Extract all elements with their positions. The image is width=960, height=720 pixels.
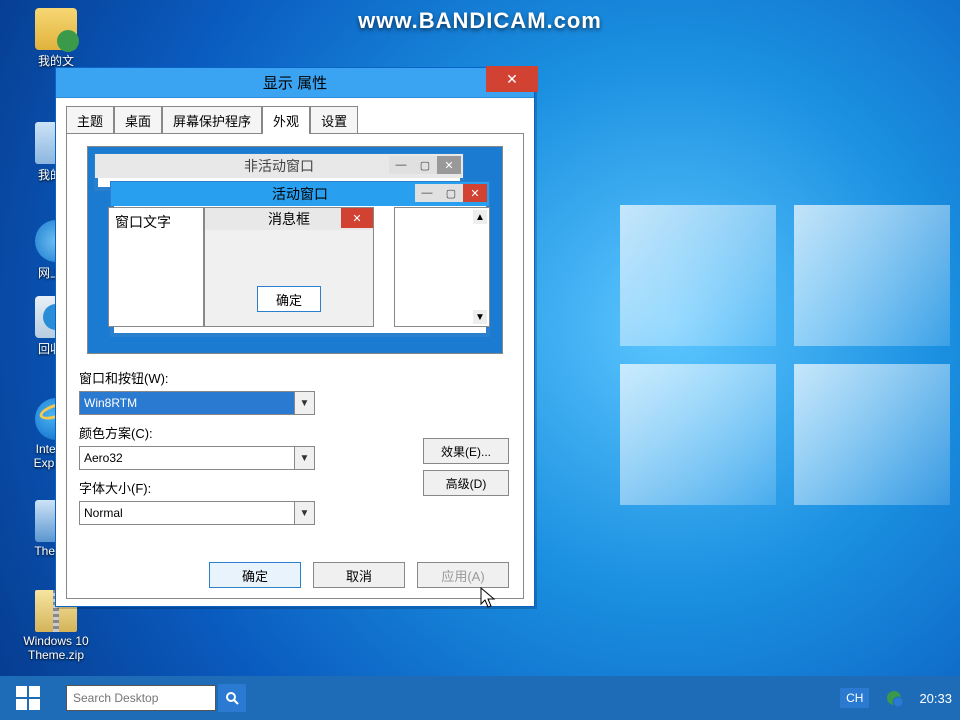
preview-scroll-pane: ▲ ▼: [394, 207, 490, 327]
ok-button[interactable]: 确定: [209, 562, 301, 588]
dialog-close-button[interactable]: ✕: [486, 66, 538, 92]
maximize-icon: ▢: [439, 184, 463, 202]
bandicam-watermark: www.BANDICAM.com: [0, 8, 960, 34]
tab-appearance[interactable]: 外观: [262, 106, 310, 134]
appearance-preview: 非活动窗口 — ▢ ✕ 活动窗口 — ▢: [87, 146, 503, 354]
close-icon: ✕: [463, 184, 487, 202]
tab-settings[interactable]: 设置: [310, 106, 358, 134]
folder-user-icon: [35, 8, 77, 50]
tab-screensaver[interactable]: 屏幕保护程序: [162, 106, 262, 134]
font-size-value: Normal: [84, 506, 123, 520]
taskbar: CH 20:33: [0, 676, 960, 720]
dialog-titlebar[interactable]: 显示 属性 ✕: [56, 68, 534, 98]
cancel-button[interactable]: 取消: [313, 562, 405, 588]
chevron-down-icon: ▼: [294, 392, 314, 414]
scroll-down-icon: ▼: [473, 310, 487, 324]
desktop-icon-my-documents[interactable]: 我的文: [18, 8, 94, 69]
tab-desktop[interactable]: 桌面: [114, 106, 162, 134]
windows-logo-icon: [16, 686, 40, 710]
color-scheme-value: Aero32: [84, 451, 123, 465]
maximize-icon: ▢: [413, 156, 437, 174]
wallpaper-windows-logo: [620, 205, 950, 505]
effects-button[interactable]: 效果(E)...: [423, 438, 509, 464]
scroll-up-icon: ▲: [473, 210, 487, 224]
color-scheme-combo[interactable]: Aero32 ▼: [79, 446, 315, 470]
minimize-icon: —: [389, 156, 413, 174]
preview-window-text-pane: 窗口文字: [108, 207, 204, 327]
desktop-icon-label: 我的文: [38, 54, 74, 68]
preview-message-box: 消息框 ✕ 确定: [204, 207, 374, 327]
close-icon: ✕: [341, 208, 373, 228]
minimize-icon: —: [415, 184, 439, 202]
tray-network-icon[interactable]: [885, 689, 903, 707]
search-icon: [225, 691, 239, 705]
close-icon: ✕: [506, 71, 518, 88]
display-properties-dialog: 显示 属性 ✕ 主题 桌面 屏幕保护程序 外观 设置 非活动窗口 — ▢: [55, 67, 535, 607]
clock[interactable]: 20:33: [919, 691, 952, 706]
windows-buttons-label: 窗口和按钮(W):: [79, 368, 511, 387]
dialog-tabs: 主题 桌面 屏幕保护程序 外观 设置: [56, 98, 534, 134]
advanced-button[interactable]: 高级(D): [423, 470, 509, 496]
dialog-button-row: 确定 取消 应用(A): [209, 562, 509, 588]
windows-buttons-value: Win8RTM: [84, 396, 137, 410]
windows-buttons-combo[interactable]: Win8RTM ▼: [79, 391, 315, 415]
system-tray: CH 20:33: [840, 688, 952, 708]
font-size-combo[interactable]: Normal ▼: [79, 501, 315, 525]
chevron-down-icon: ▼: [294, 447, 314, 469]
preview-msgbox-ok-button: 确定: [257, 286, 321, 312]
chevron-down-icon: ▼: [294, 502, 314, 524]
preview-window-text: 窗口文字: [115, 214, 171, 230]
search-input[interactable]: [66, 685, 216, 711]
tab-theme[interactable]: 主题: [66, 106, 114, 134]
search-button[interactable]: [218, 684, 246, 712]
language-indicator[interactable]: CH: [840, 688, 869, 708]
preview-active-title: 活动窗口: [272, 184, 328, 204]
close-icon: ✕: [437, 156, 461, 174]
start-button[interactable]: [0, 676, 56, 720]
apply-button[interactable]: 应用(A): [417, 562, 509, 588]
desktop-icon-label: Windows 10 Theme.zip: [23, 634, 88, 662]
preview-msgbox-title: 消息框: [268, 209, 310, 229]
dialog-title-text: 显示 属性: [263, 72, 327, 93]
tab-panel-appearance: 非活动窗口 — ▢ ✕ 活动窗口 — ▢: [66, 133, 524, 599]
preview-inactive-title: 非活动窗口: [244, 156, 314, 176]
